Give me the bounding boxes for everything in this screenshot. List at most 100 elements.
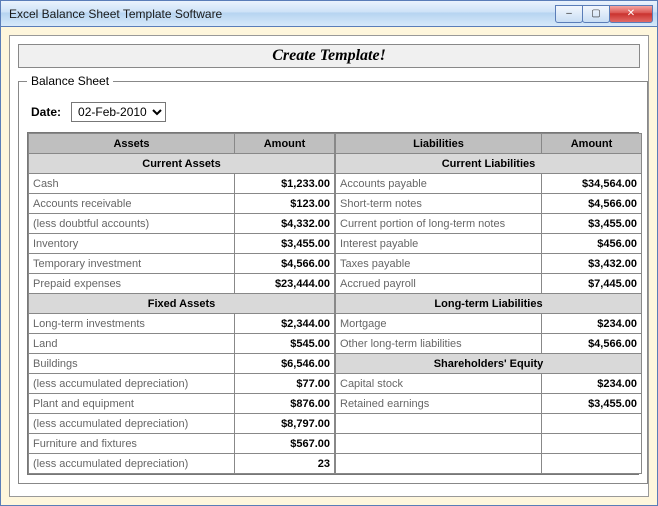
row-label[interactable]: Taxes payable — [336, 254, 542, 274]
row-amount[interactable]: $3,455.00 — [542, 394, 642, 414]
table-row: Furniture and fixtures$567.00 — [29, 434, 335, 454]
row-amount[interactable]: 23 — [235, 454, 335, 474]
row-label[interactable]: (less accumulated depreciation) — [29, 414, 235, 434]
table-row: Long-term investments$2,344.00 — [29, 314, 335, 334]
table-row: Prepaid expenses$23,444.00 — [29, 274, 335, 294]
table-row: Accounts receivable$123.00 — [29, 194, 335, 214]
window-controls: – ▢ ✕ — [556, 5, 653, 23]
amount-header: Amount — [542, 134, 642, 154]
date-select[interactable]: 02-Feb-2010 — [71, 102, 166, 122]
titlebar[interactable]: Excel Balance Sheet Template Software – … — [1, 1, 657, 27]
current-liabilities-subhead: Current Liabilities — [336, 154, 642, 174]
row-label[interactable]: Inventory — [29, 234, 235, 254]
liabilities-header: Liabilities — [336, 134, 542, 154]
row-label[interactable]: Interest payable — [336, 234, 542, 254]
row-label[interactable]: Mortgage — [336, 314, 542, 334]
row-amount[interactable]: $4,566.00 — [542, 334, 642, 354]
date-row: Date: 02-Feb-2010 — [31, 102, 639, 122]
liabilities-table: Liabilities Amount Current Liabilities A… — [335, 133, 642, 474]
minimize-icon: – — [566, 8, 572, 19]
empty-cell[interactable] — [336, 434, 542, 454]
table-header-row: Liabilities Amount — [336, 134, 642, 154]
row-amount[interactable]: $545.00 — [235, 334, 335, 354]
table-row: Retained earnings$3,455.00 — [336, 394, 642, 414]
current-assets-subhead: Current Assets — [29, 154, 335, 174]
table-row: Taxes payable$3,432.00 — [336, 254, 642, 274]
table-row: Accounts payable$34,564.00 — [336, 174, 642, 194]
empty-cell[interactable] — [542, 414, 642, 434]
row-amount[interactable]: $876.00 — [235, 394, 335, 414]
row-amount[interactable]: $234.00 — [542, 374, 642, 394]
row-label[interactable]: Cash — [29, 174, 235, 194]
row-amount[interactable]: $2,344.00 — [235, 314, 335, 334]
row-label[interactable]: Long-term investments — [29, 314, 235, 334]
row-label[interactable]: Accrued payroll — [336, 274, 542, 294]
maximize-button[interactable]: ▢ — [582, 5, 610, 23]
row-label[interactable]: (less accumulated depreciation) — [29, 454, 235, 474]
row-label[interactable]: Plant and equipment — [29, 394, 235, 414]
row-label[interactable]: Prepaid expenses — [29, 274, 235, 294]
row-label[interactable]: (less doubtful accounts) — [29, 214, 235, 234]
row-amount[interactable]: $4,566.00 — [235, 254, 335, 274]
create-template-button[interactable]: Create Template! — [18, 44, 640, 68]
assets-header: Assets — [29, 134, 235, 154]
row-amount[interactable]: $234.00 — [542, 314, 642, 334]
row-label[interactable]: Retained earnings — [336, 394, 542, 414]
empty-cell[interactable] — [542, 434, 642, 454]
long-term-liabilities-subhead: Long-term Liabilities — [336, 294, 642, 314]
row-amount[interactable]: $6,546.00 — [235, 354, 335, 374]
empty-cell[interactable] — [336, 454, 542, 474]
close-button[interactable]: ✕ — [609, 5, 653, 23]
shareholders-equity-subhead: Shareholders' Equity — [336, 354, 642, 374]
table-row: (less accumulated depreciation)$8,797.00 — [29, 414, 335, 434]
client-area: Create Template! Balance Sheet Date: 02-… — [1, 27, 657, 505]
empty-cell[interactable] — [542, 454, 642, 474]
window-title: Excel Balance Sheet Template Software — [9, 7, 556, 21]
table-row — [336, 454, 642, 474]
row-label[interactable]: Land — [29, 334, 235, 354]
empty-cell[interactable] — [336, 414, 542, 434]
app-window: Excel Balance Sheet Template Software – … — [0, 0, 658, 506]
row-amount[interactable]: $3,455.00 — [542, 214, 642, 234]
balance-sheet-fieldset: Balance Sheet Date: 02-Feb-2010 Assets A… — [18, 74, 648, 484]
row-amount[interactable]: $3,432.00 — [542, 254, 642, 274]
date-label: Date: — [31, 105, 61, 119]
table-header-row: Assets Amount — [29, 134, 335, 154]
table-row: Other long-term liabilities$4,566.00 — [336, 334, 642, 354]
row-label[interactable]: Temporary investment — [29, 254, 235, 274]
row-amount[interactable]: $4,566.00 — [542, 194, 642, 214]
amount-header: Amount — [235, 134, 335, 154]
row-amount[interactable]: $23,444.00 — [235, 274, 335, 294]
row-amount[interactable]: $7,445.00 — [542, 274, 642, 294]
row-label[interactable]: Short-term notes — [336, 194, 542, 214]
table-row — [336, 434, 642, 454]
row-amount[interactable]: $1,233.00 — [235, 174, 335, 194]
table-row: (less accumulated depreciation)23 — [29, 454, 335, 474]
assets-table: Assets Amount Current Assets Cash$1,233.… — [28, 133, 335, 474]
close-icon: ✕ — [627, 8, 635, 19]
table-row: Interest payable$456.00 — [336, 234, 642, 254]
table-row: Accrued payroll$7,445.00 — [336, 274, 642, 294]
fieldset-legend: Balance Sheet — [27, 74, 113, 88]
row-amount[interactable]: $456.00 — [542, 234, 642, 254]
row-label[interactable]: (less accumulated depreciation) — [29, 374, 235, 394]
table-row: Inventory$3,455.00 — [29, 234, 335, 254]
row-amount[interactable]: $8,797.00 — [235, 414, 335, 434]
row-amount[interactable]: $567.00 — [235, 434, 335, 454]
row-amount[interactable]: $4,332.00 — [235, 214, 335, 234]
row-amount[interactable]: $77.00 — [235, 374, 335, 394]
row-amount[interactable]: $34,564.00 — [542, 174, 642, 194]
row-label[interactable]: Buildings — [29, 354, 235, 374]
row-label[interactable]: Capital stock — [336, 374, 542, 394]
row-label[interactable]: Accounts receivable — [29, 194, 235, 214]
row-label[interactable]: Other long-term liabilities — [336, 334, 542, 354]
inner-panel: Create Template! Balance Sheet Date: 02-… — [9, 35, 649, 497]
row-amount[interactable]: $123.00 — [235, 194, 335, 214]
row-label[interactable]: Furniture and fixtures — [29, 434, 235, 454]
row-amount[interactable]: $3,455.00 — [235, 234, 335, 254]
minimize-button[interactable]: – — [555, 5, 583, 23]
balance-grid: Assets Amount Current Assets Cash$1,233.… — [27, 132, 639, 475]
row-label[interactable]: Current portion of long-term notes — [336, 214, 542, 234]
table-row: (less accumulated depreciation)$77.00 — [29, 374, 335, 394]
row-label[interactable]: Accounts payable — [336, 174, 542, 194]
